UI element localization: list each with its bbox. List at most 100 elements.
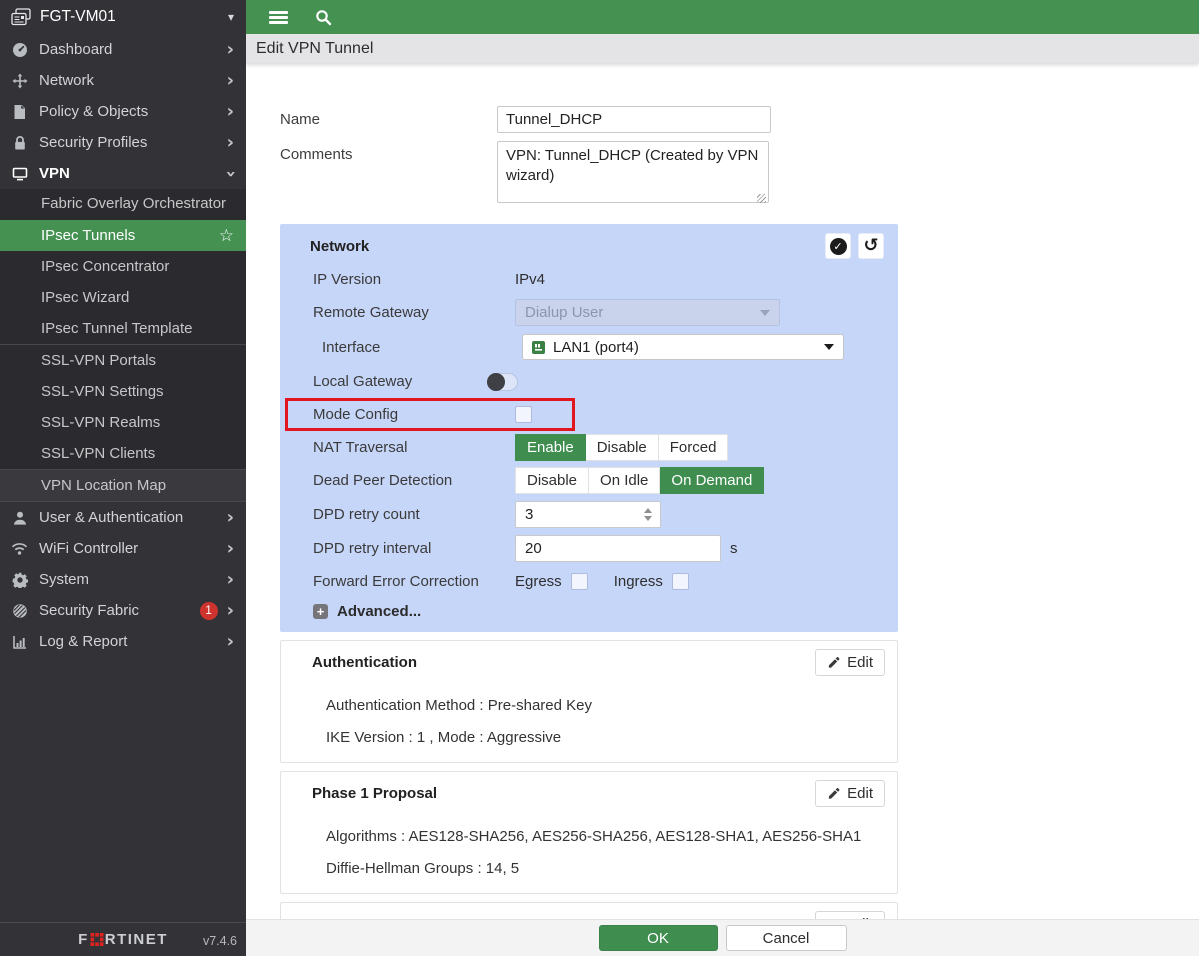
phase1-edit-button[interactable]: Edit: [815, 780, 885, 807]
sidebar-item-security-profiles[interactable]: Security Profiles ›: [0, 127, 246, 158]
ip-version-value: IPv4: [515, 271, 546, 288]
dpd-disable-button[interactable]: Disable: [515, 467, 590, 494]
hamburger-menu-icon[interactable]: [269, 10, 288, 24]
nat-disable-button[interactable]: Disable: [585, 434, 659, 461]
dead-peer-detection-row: Dead Peer Detection Disable On Idle On D…: [280, 464, 898, 497]
chevron-down-icon: ▾: [227, 10, 234, 24]
sidebar-item-policy-objects[interactable]: Policy & Objects ›: [0, 96, 246, 127]
remote-gateway-row: Remote Gateway Dialup User: [280, 296, 898, 329]
dpd-on-idle-button[interactable]: On Idle: [589, 467, 661, 494]
dead-peer-detection-label: Dead Peer Detection: [313, 472, 453, 489]
pencil-icon: [829, 657, 840, 668]
ok-button[interactable]: OK: [598, 925, 718, 951]
star-icon[interactable]: ☆: [219, 226, 234, 246]
interface-port-icon: [532, 340, 545, 354]
spinner-down-icon[interactable]: [644, 515, 652, 521]
xauth-section: XAUTH Edit: [280, 902, 898, 919]
resize-grip[interactable]: [757, 194, 766, 203]
sidebar-item-vpn[interactable]: VPN ›: [0, 158, 246, 189]
nat-traversal-row: NAT Traversal Enable Disable Forced: [280, 431, 898, 464]
top-navbar: [246, 0, 1199, 34]
remote-gateway-select: Dialup User: [515, 299, 780, 326]
sidebar-item-user-authentication[interactable]: User & Authentication ›: [0, 502, 246, 533]
sidebar-item-sslvpn-realms[interactable]: SSL-VPN Realms: [0, 407, 246, 438]
advanced-label: Advanced...: [337, 603, 422, 620]
fec-egress-checkbox[interactable]: [570, 573, 588, 590]
sidebar-item-ipsec-concentrator[interactable]: IPsec Concentrator: [0, 251, 246, 282]
sidebar-item-system[interactable]: System ›: [0, 564, 246, 595]
security-fabric-icon: [11, 602, 28, 619]
chevron-down-icon: [760, 309, 770, 316]
chevron-right-icon: ›: [226, 537, 234, 559]
sidebar-item-label: SSL-VPN Realms: [41, 414, 161, 431]
sidebar-item-sslvpn-portals[interactable]: SSL-VPN Portals: [0, 345, 246, 376]
revert-section-button[interactable]: ↺: [858, 233, 884, 259]
dpd-on-demand-button[interactable]: On Demand: [660, 467, 765, 494]
fec-ingress-checkbox[interactable]: [671, 573, 689, 590]
authentication-edit-button[interactable]: Edit: [815, 649, 885, 676]
interface-label: Interface: [322, 338, 381, 356]
breadcrumb: Edit VPN Tunnel: [246, 34, 1199, 63]
sidebar-item-ipsec-tunnels[interactable]: IPsec Tunnels ☆: [0, 220, 246, 251]
xauth-edit-button[interactable]: Edit: [815, 911, 885, 919]
sidebar-item-label: VPN: [39, 165, 70, 182]
interface-select[interactable]: LAN1 (port4): [522, 334, 844, 360]
dpd-retry-interval-unit: s: [730, 539, 738, 557]
sidebar-item-label: SSL-VPN Settings: [41, 383, 164, 400]
monitor-icon: [11, 165, 28, 182]
dpd-retry-interval-input[interactable]: [515, 534, 721, 562]
sidebar-item-log-report[interactable]: Log & Report ›: [0, 626, 246, 657]
sidebar-item-wifi-controller[interactable]: WiFi Controller ›: [0, 533, 246, 564]
remote-gateway-value: Dialup User: [525, 304, 604, 321]
user-icon: [11, 509, 28, 526]
spinner-up-icon[interactable]: [644, 507, 652, 513]
local-gateway-toggle[interactable]: [487, 372, 518, 391]
chevron-right-icon: ›: [226, 69, 234, 91]
sidebar-item-label: System: [39, 571, 90, 588]
name-label: Name: [280, 111, 321, 128]
name-input[interactable]: [497, 106, 771, 133]
mode-config-checkbox[interactable]: [515, 406, 532, 423]
fortinet-logo-o-icon: [90, 933, 104, 946]
sidebar-item-label: SSL-VPN Portals: [41, 352, 157, 369]
ike-version-text: IKE Version : 1 , Mode : Aggressive: [326, 729, 562, 746]
advanced-expander[interactable]: + Advanced...: [280, 603, 898, 620]
dpd-segmented: Disable On Idle On Demand: [515, 467, 765, 494]
nat-enable-button[interactable]: Enable: [515, 434, 586, 461]
sidebar-item-vpn-location-map[interactable]: VPN Location Map: [0, 470, 246, 501]
sidebar-item-label: Security Profiles: [39, 134, 148, 151]
sidebar-item-security-fabric[interactable]: Security Fabric 1 ›: [0, 595, 246, 626]
fortinet-logo-f: F: [78, 931, 89, 948]
firmware-version: v7.4.6: [202, 934, 237, 948]
fortinet-logo: F RTINET: [78, 931, 168, 948]
network-section-title: Network: [310, 237, 370, 255]
sidebar-footer: F RTINET v7.4.6: [0, 922, 246, 956]
comments-label: Comments: [280, 146, 353, 163]
sidebar-item-dashboard[interactable]: Dashboard ›: [0, 34, 246, 65]
apply-section-button[interactable]: ✓: [825, 233, 851, 259]
sidebar: FGT-VM01 ▾ Dashboard › Network › Policy …: [0, 0, 246, 956]
cancel-button[interactable]: Cancel: [725, 925, 847, 951]
gear-icon: [11, 571, 28, 588]
sidebar-item-ipsec-wizard[interactable]: IPsec Wizard: [0, 282, 246, 313]
chevron-right-icon: ›: [226, 630, 234, 652]
chevron-right-icon: ›: [226, 599, 234, 621]
search-icon[interactable]: [315, 9, 332, 26]
device-selector[interactable]: FGT-VM01 ▾: [0, 0, 246, 34]
sidebar-item-label: IPsec Tunnel Template: [41, 320, 193, 337]
sidebar-item-label: Log & Report: [39, 633, 128, 650]
bar-chart-icon: [11, 633, 28, 650]
spinner-arrows[interactable]: [644, 507, 652, 521]
dpd-retry-count-input[interactable]: 3: [515, 500, 661, 528]
edit-button-label: Edit: [847, 785, 873, 802]
sidebar-item-label: IPsec Wizard: [41, 289, 130, 306]
nat-forced-button[interactable]: Forced: [658, 434, 729, 461]
sidebar-item-sslvpn-settings[interactable]: SSL-VPN Settings: [0, 376, 246, 407]
sidebar-item-ipsec-tunnel-template[interactable]: IPsec Tunnel Template: [0, 313, 246, 344]
sidebar-item-sslvpn-clients[interactable]: SSL-VPN Clients: [0, 438, 246, 469]
chevron-right-icon: ›: [226, 131, 234, 153]
sidebar-item-label: Security Fabric: [39, 602, 140, 619]
sidebar-item-network[interactable]: Network ›: [0, 65, 246, 96]
comments-textarea[interactable]: VPN: Tunnel_DHCP (Created by VPN wizard): [497, 141, 769, 203]
sidebar-item-fabric-overlay-orchestrator[interactable]: Fabric Overlay Orchestrator: [0, 189, 246, 220]
